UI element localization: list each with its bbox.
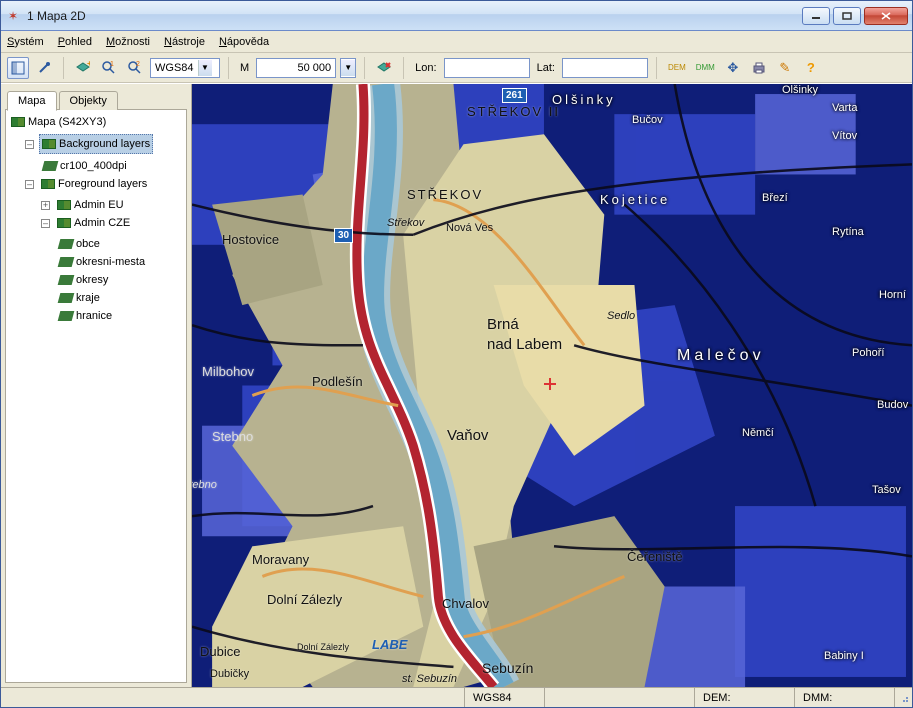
add-layer-icon[interactable]: +	[72, 57, 94, 79]
tree-item-kraje[interactable]: kraje	[57, 289, 102, 307]
coord-system-value: WGS84	[155, 62, 194, 74]
layer-icon	[58, 275, 75, 285]
dem-toggle[interactable]: DEM	[665, 57, 689, 79]
lon-input[interactable]	[444, 58, 530, 78]
menu-system[interactable]: Systém	[7, 36, 44, 48]
layer-icon	[58, 257, 75, 267]
svg-text:1: 1	[110, 61, 114, 68]
close-button[interactable]	[864, 7, 908, 25]
collapse-handle[interactable]: –	[41, 219, 50, 228]
collapse-handle[interactable]: –	[25, 140, 34, 149]
sidebar: Mapa Objekty Mapa (S42XY3) – Background …	[1, 84, 192, 687]
tree-foreground-layers[interactable]: Foreground layers	[39, 175, 149, 193]
scale-dropdown[interactable]: ▼	[340, 58, 356, 78]
layers-icon	[57, 218, 71, 228]
lat-label: Lat:	[534, 62, 558, 74]
status-spacer-1	[1, 688, 464, 707]
menu-bar: Systém Pohled Možnosti Nástroje Nápověda	[1, 31, 912, 53]
toolbar: + 1 2 WGS84 ▼ M ▼ Lon: Lat: DEM DMM ✥	[1, 53, 912, 83]
svg-text:2: 2	[136, 61, 140, 68]
svg-text:+: +	[87, 61, 90, 68]
status-coord-sys: WGS84	[464, 688, 544, 707]
layers-icon	[42, 139, 56, 149]
eyedropper-icon[interactable]	[33, 57, 55, 79]
tree-item-okresni-mesta[interactable]: okresni-mesta	[57, 253, 147, 271]
map-canvas[interactable]: 261 30 Olšinky Olšinky Bučov Varta Vítov…	[192, 84, 912, 687]
scale-input[interactable]	[256, 58, 336, 78]
menu-tools[interactable]: Nástroje	[164, 36, 205, 48]
tree-background-layers[interactable]: Background layers	[39, 134, 153, 154]
tab-map[interactable]: Mapa	[7, 91, 57, 111]
layer-icon	[42, 161, 59, 171]
expand-handle[interactable]: +	[41, 201, 50, 210]
remove-layer-icon[interactable]	[373, 57, 395, 79]
zoom-1-icon[interactable]: 1	[98, 57, 120, 79]
maximize-button[interactable]	[833, 7, 861, 25]
tree-item-admin-eu[interactable]: Admin EU	[55, 196, 126, 214]
status-dmm: DMM:	[794, 688, 894, 707]
tree-item-admin-cze[interactable]: Admin CZE	[55, 214, 132, 232]
minimize-button[interactable]	[802, 7, 830, 25]
lat-input[interactable]	[562, 58, 648, 78]
scale-label: M	[237, 62, 252, 74]
app-icon: ✶	[5, 8, 21, 24]
help-icon[interactable]: ?	[800, 57, 822, 79]
print-icon[interactable]	[748, 57, 770, 79]
title-bar: ✶ 1 Mapa 2D	[1, 1, 912, 31]
lon-label: Lon:	[412, 62, 439, 74]
menu-view[interactable]: Pohled	[58, 36, 92, 48]
tree-item-cr100[interactable]: cr100_400dpi	[41, 157, 129, 175]
status-bar: WGS84 DEM: DMM:	[1, 687, 912, 707]
menu-options[interactable]: Možnosti	[106, 36, 150, 48]
status-dem: DEM:	[694, 688, 794, 707]
layers-icon	[41, 179, 55, 189]
tree-item-obce[interactable]: obce	[57, 235, 102, 253]
map-icon	[11, 117, 25, 127]
tools-icon[interactable]: ✎	[774, 57, 796, 79]
layers-icon	[57, 200, 71, 210]
layer-icon	[58, 311, 75, 321]
tree-item-hranice[interactable]: hranice	[57, 307, 114, 325]
toggle-sidebar-button[interactable]	[7, 57, 29, 79]
resize-grip-icon[interactable]	[894, 688, 912, 707]
menu-help[interactable]: Nápověda	[219, 36, 269, 48]
collapse-handle[interactable]: –	[25, 180, 34, 189]
layer-icon	[58, 239, 75, 249]
chevron-down-icon: ▼	[198, 60, 212, 76]
tree-item-okresy[interactable]: okresy	[57, 271, 110, 289]
pan-arrows-icon[interactable]: ✥	[722, 57, 744, 79]
layer-tree[interactable]: Mapa (S42XY3) – Background layers cr100_…	[5, 109, 187, 683]
zoom-2-icon[interactable]: 2	[124, 57, 146, 79]
tree-root[interactable]: Mapa (S42XY3)	[9, 113, 108, 131]
chevron-down-icon: ▼	[341, 60, 355, 76]
window-title: 1 Mapa 2D	[27, 9, 802, 23]
layer-icon	[58, 293, 75, 303]
tab-objects[interactable]: Objekty	[59, 91, 118, 110]
coord-system-select[interactable]: WGS84 ▼	[150, 58, 220, 78]
status-spacer-2	[544, 688, 694, 707]
dmm-toggle[interactable]: DMM	[693, 57, 718, 79]
